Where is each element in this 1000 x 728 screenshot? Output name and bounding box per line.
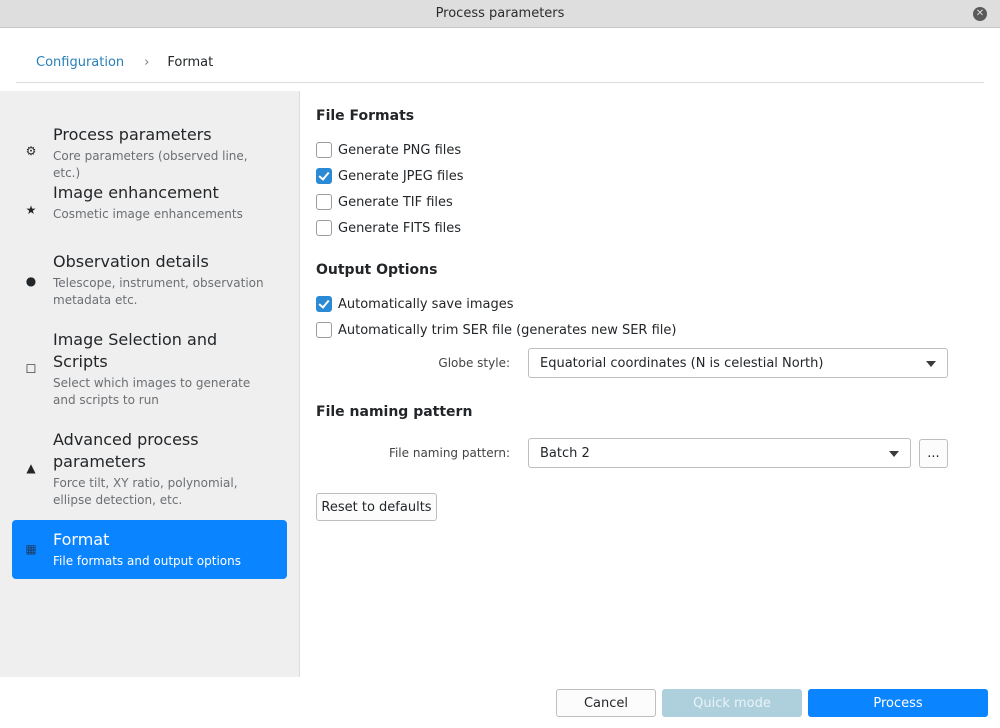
sidebar-item-advanced-process-parameters[interactable]: ▲ Advanced process parameters Force tilt… (12, 423, 287, 513)
checkbox-label: Generate TIF files (338, 194, 453, 210)
star-icon: ★ (25, 203, 37, 217)
generate-fits-checkbox[interactable]: Generate FITS files (316, 219, 461, 237)
sidebar: ⚙ Process parameters Core parameters (ob… (0, 91, 300, 677)
checkbox-label: Generate PNG files (338, 142, 462, 158)
sidebar-item-format[interactable]: ▦ Format File formats and output options (12, 520, 287, 579)
chevron-right-icon: › (144, 54, 150, 70)
generate-png-checkbox[interactable]: Generate PNG files (316, 141, 461, 159)
header-divider (16, 82, 984, 83)
quick-mode-button[interactable]: Quick mode (662, 689, 802, 717)
generate-jpeg-checkbox[interactable]: Generate JPEG files (316, 167, 464, 185)
checkbox-label: Generate JPEG files (338, 168, 464, 184)
sidebar-item-description: Select which images to generate and scri… (53, 376, 251, 407)
sidebar-item-label: Observation details (53, 252, 209, 271)
checkbox-label: Generate FITS files (338, 220, 462, 236)
gear-icon: ⚙ (25, 144, 37, 158)
breadcrumb: Configuration › Format (36, 52, 213, 72)
sidebar-item-label: Advanced process parameters (53, 430, 199, 471)
checkbox-box[interactable] (316, 168, 332, 184)
breadcrumb-configuration-link[interactable]: Configuration (36, 55, 124, 70)
window-title: Process parameters (435, 6, 565, 21)
sidebar-item-description: Force tilt, XY ratio, polynomial, ellips… (53, 476, 238, 507)
globe-style-label: Globe style: (438, 356, 510, 370)
sidebar-item-description: Core parameters (observed line, etc.) (53, 149, 248, 180)
checkbox-box[interactable] (316, 296, 332, 312)
title-bar: Process parameters ✕ (0, 0, 1000, 28)
sidebar-item-label: Image enhancement (53, 183, 219, 202)
sidebar-item-description: File formats and output options (53, 554, 241, 568)
naming-pattern-editor-button[interactable]: ... (919, 439, 948, 468)
checkbox-label: Automatically save images (338, 296, 514, 312)
auto-trim-ser-checkbox[interactable]: Automatically trim SER file (generates n… (316, 321, 676, 339)
breadcrumb-current: Format (167, 54, 214, 70)
globe-style-select[interactable]: Equatorial coordinates (N is celestial N… (528, 348, 948, 378)
file-naming-value: Batch 2 (540, 445, 590, 461)
cancel-button[interactable]: Cancel (556, 689, 656, 717)
grid-icon: ▦ (25, 542, 37, 556)
reset-defaults-button[interactable]: Reset to defaults (316, 493, 437, 521)
file-naming-label: File naming pattern: (388, 446, 510, 460)
sidebar-item-image-enhancement[interactable]: ★ Image enhancement Cosmetic image enhan… (12, 183, 287, 233)
sidebar-item-label: Image Selection and Scripts (53, 330, 218, 371)
close-icon[interactable]: ✕ (973, 7, 987, 21)
checkbox-label: Automatically trim SER file (generates n… (338, 322, 677, 338)
circle-icon: ● (25, 274, 37, 288)
file-naming-title: File naming pattern (316, 404, 473, 420)
globe-style-value: Equatorial coordinates (N is celestial N… (540, 355, 824, 371)
square-icon: ☐ (25, 362, 37, 376)
sidebar-item-image-selection-scripts[interactable]: ☐ Image Selection and Scripts Select whi… (12, 323, 287, 411)
output-options-title: Output Options (316, 262, 438, 278)
sidebar-item-description: Cosmetic image enhancements (53, 207, 243, 221)
sidebar-item-label: Format (53, 530, 110, 549)
checkbox-box[interactable] (316, 142, 332, 158)
sidebar-item-description: Telescope, instrument, observation metad… (53, 276, 264, 307)
sidebar-item-label: Process parameters (53, 125, 212, 144)
checkbox-box[interactable] (316, 322, 332, 338)
generate-tif-checkbox[interactable]: Generate TIF files (316, 193, 453, 211)
chevron-down-icon (926, 361, 936, 367)
process-button[interactable]: Process (808, 689, 988, 717)
checkbox-box[interactable] (316, 194, 332, 210)
file-formats-title: File Formats (316, 108, 415, 124)
file-naming-select[interactable]: Batch 2 (528, 438, 911, 468)
chevron-down-icon (889, 451, 899, 457)
triangle-icon: ▲ (26, 461, 36, 475)
format-panel: File Formats Generate PNG files Generate… (316, 91, 1000, 677)
sidebar-item-observation-details[interactable]: ● Observation details Telescope, instrum… (12, 243, 287, 315)
sidebar-item-process-parameters[interactable]: ⚙ Process parameters Core parameters (ob… (12, 103, 287, 180)
checkbox-box[interactable] (316, 220, 332, 236)
auto-save-checkbox[interactable]: Automatically save images (316, 295, 514, 313)
